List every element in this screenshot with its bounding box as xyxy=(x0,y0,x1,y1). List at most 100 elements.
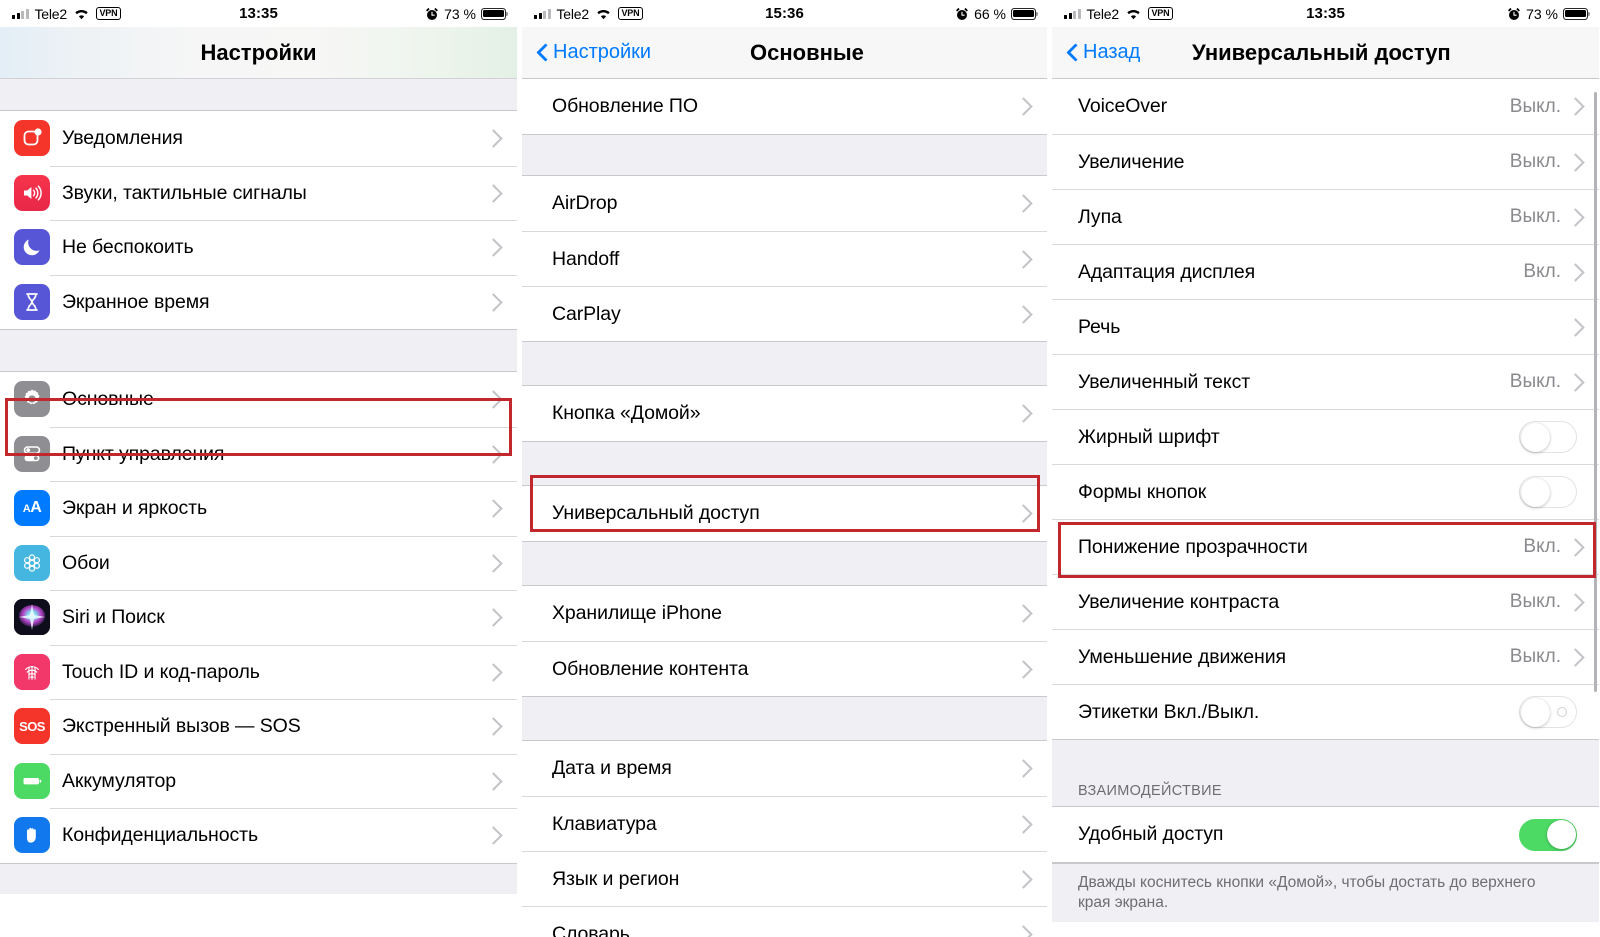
chevron-right-icon xyxy=(1014,404,1033,423)
row-label: Речь xyxy=(1078,315,1121,338)
list-item-keyboard[interactable]: Клавиатура xyxy=(522,796,1047,851)
list-item-airdrop[interactable]: AirDrop xyxy=(522,176,1047,231)
row-value: Выкл. xyxy=(1509,151,1561,172)
list-item-reduce-transparency[interactable]: Понижение прозрачности Вкл. xyxy=(1052,519,1599,574)
chevron-right-icon xyxy=(1014,304,1033,324)
chevron-right-icon xyxy=(1566,647,1585,667)
list-item-language-region[interactable]: Язык и регион xyxy=(522,851,1047,906)
sidebar-item-display-brightness[interactable]: AA Экран и яркость xyxy=(0,481,517,536)
row-label: Экстренный вызов — SOS xyxy=(62,715,301,738)
sidebar-item-screen-time[interactable]: Экранное время xyxy=(0,274,517,329)
row-label: Уменьшение движения xyxy=(1078,645,1286,668)
chevron-right-icon xyxy=(1566,372,1585,392)
list-item-software-update[interactable]: Обновление ПО xyxy=(522,79,1047,134)
chevron-right-icon xyxy=(484,608,503,627)
chevron-right-icon xyxy=(1014,604,1033,623)
back-button-label: Назад xyxy=(1083,41,1141,63)
list-item-dictionary[interactable]: Словарь xyxy=(522,906,1047,937)
row-label: Адаптация дисплея xyxy=(1078,260,1256,283)
row-label: Экранное время xyxy=(62,290,210,313)
sidebar-item-privacy[interactable]: Конфиденциальность xyxy=(0,808,517,863)
sidebar-item-touch-id[interactable]: Touch ID и код-пароль xyxy=(0,644,517,699)
button-shapes-toggle[interactable] xyxy=(1519,476,1577,508)
list-item-iphone-storage[interactable]: Хранилище iPhone xyxy=(522,586,1047,641)
accessibility-list: VoiceOver Выкл. Увеличение Выкл. Лупа Вы… xyxy=(1052,79,1599,922)
chevron-right-icon xyxy=(484,826,503,845)
chevron-left-icon xyxy=(1066,42,1079,64)
list-item-background-refresh[interactable]: Обновление контента xyxy=(522,641,1047,696)
sidebar-item-emergency-sos[interactable]: SOS Экстренный вызов — SOS xyxy=(0,699,517,754)
list-item-increase-contrast[interactable]: Увеличение контраста Выкл. xyxy=(1052,574,1599,629)
sidebar-item-sounds[interactable]: Звуки, тактильные сигналы xyxy=(0,165,517,220)
alarm-icon xyxy=(956,7,968,20)
list-item-handoff[interactable]: Handoff xyxy=(522,231,1047,286)
list-item-reduce-motion[interactable]: Уменьшение движения Выкл. xyxy=(1052,629,1599,684)
interaction-group: Удобный доступ xyxy=(1052,806,1599,863)
sos-icon: SOS xyxy=(14,708,50,745)
chevron-right-icon xyxy=(1566,207,1585,227)
list-item-on-off-labels[interactable]: Этикетки Вкл./Выкл. xyxy=(1052,684,1599,739)
list-item-home-button[interactable]: Кнопка «Домой» xyxy=(522,386,1047,441)
sidebar-item-general[interactable]: Основные xyxy=(0,372,517,427)
chevron-right-icon xyxy=(1566,97,1585,116)
control-center-icon xyxy=(14,435,50,472)
list-item-speech[interactable]: Речь xyxy=(1052,299,1599,354)
list-item-display-accommodations[interactable]: Адаптация дисплея Вкл. xyxy=(1052,244,1599,299)
list-item-accessibility[interactable]: Универсальный доступ xyxy=(522,486,1047,541)
settings-list: Уведомления Звуки, тактильные сигналы Не… xyxy=(0,79,517,894)
status-bar: Tele2 VPN 13:35 73 % xyxy=(1052,0,1599,27)
sidebar-item-battery[interactable]: Аккумулятор xyxy=(0,753,517,808)
sidebar-item-siri-search[interactable]: Siri и Поиск xyxy=(0,590,517,645)
list-item-larger-text[interactable]: Увеличенный текст Выкл. xyxy=(1052,354,1599,409)
panel-settings: Tele2 VPN 13:35 73 % Настройки Уведомлен… xyxy=(0,0,517,937)
row-value: Вкл. xyxy=(1523,261,1561,282)
status-bar: Tele2 VPN 15:36 66 % xyxy=(522,0,1047,27)
list-item-voiceover[interactable]: VoiceOver Выкл. xyxy=(1052,79,1599,134)
three-panel-screenshot: Tele2 VPN 13:35 73 % Настройки Уведомлен… xyxy=(0,0,1600,937)
row-label: Словарь xyxy=(552,922,630,937)
wallpaper-icon xyxy=(14,544,50,581)
row-label: Конфиденциальность xyxy=(62,824,258,847)
list-item-magnifier[interactable]: Лупа Выкл. xyxy=(1052,189,1599,244)
row-label: Дата и время xyxy=(552,757,672,779)
status-bar: Tele2 VPN 13:35 73 % xyxy=(0,0,517,27)
row-label: Обои xyxy=(62,551,110,574)
chevron-right-icon xyxy=(1014,659,1033,679)
row-label: Звуки, тактильные сигналы xyxy=(62,181,307,204)
settings-group-1: Уведомления Звуки, тактильные сигналы Не… xyxy=(0,111,517,330)
sidebar-item-control-center[interactable]: Пункт управления xyxy=(0,426,517,481)
on-off-labels-toggle[interactable] xyxy=(1519,696,1577,728)
row-value: Выкл. xyxy=(1509,646,1561,667)
chevron-right-icon xyxy=(484,293,503,312)
row-label: Не беспокоить xyxy=(62,236,194,259)
reachability-footnote: Дважды коснитесь кнопки «Домой», чтобы д… xyxy=(1052,863,1599,922)
sidebar-item-do-not-disturb[interactable]: Не беспокоить xyxy=(0,220,517,275)
reachability-toggle[interactable] xyxy=(1519,818,1577,851)
general-group-6: Дата и время Клавиатура Язык и регион Сл… xyxy=(522,740,1047,937)
row-label: Хранилище iPhone xyxy=(552,602,722,624)
list-item-zoom[interactable]: Увеличение Выкл. xyxy=(1052,134,1599,189)
row-label: Обновление ПО xyxy=(552,95,698,117)
list-item-bold-text[interactable]: Жирный шрифт xyxy=(1052,409,1599,464)
row-label: CarPlay xyxy=(552,302,621,325)
list-item-reachability[interactable]: Удобный доступ xyxy=(1052,807,1599,862)
screen-time-icon xyxy=(14,283,50,320)
chevron-right-icon xyxy=(484,238,503,257)
vertical-scrollbar[interactable] xyxy=(1593,92,1597,692)
row-value: Вкл. xyxy=(1523,536,1561,557)
back-button[interactable]: Настройки xyxy=(522,41,651,64)
battery-percent: 73 % xyxy=(1526,5,1558,22)
sidebar-item-notifications[interactable]: Уведомления xyxy=(0,111,517,166)
list-item-carplay[interactable]: CarPlay xyxy=(522,286,1047,341)
sidebar-item-wallpaper[interactable]: Обои xyxy=(0,535,517,590)
status-right: 66 % xyxy=(955,6,1039,22)
chevron-right-icon xyxy=(1014,194,1033,213)
bold-text-toggle[interactable] xyxy=(1519,421,1577,453)
back-button-label: Настройки xyxy=(553,41,652,63)
battery-icon xyxy=(481,7,509,20)
back-button[interactable]: Назад xyxy=(1052,41,1140,64)
list-item-date-time[interactable]: Дата и время xyxy=(522,741,1047,796)
row-label: AirDrop xyxy=(552,192,618,214)
battery-icon xyxy=(1563,7,1591,20)
list-item-button-shapes[interactable]: Формы кнопок xyxy=(1052,464,1599,519)
